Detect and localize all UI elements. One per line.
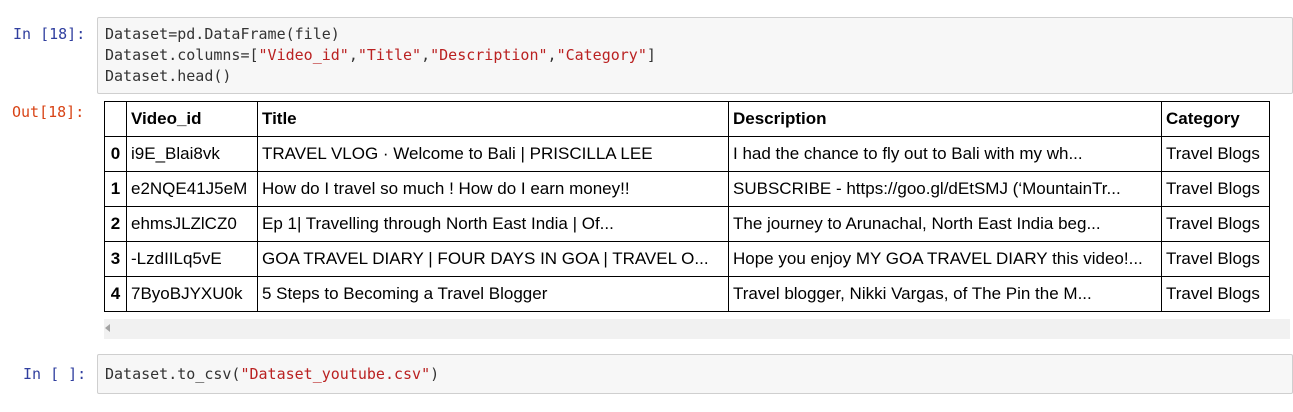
table-header-row: Video_id Title Description Category: [104, 101, 1270, 137]
row-index: 0: [104, 136, 127, 172]
cell-description: Travel blogger, Nikki Vargas, of The Pin…: [728, 276, 1162, 312]
output-area: Video_id Title Description Category 0 i9…: [97, 101, 1293, 341]
code-input-cell[interactable]: Dataset=pd.DataFrame(file) Dataset.colum…: [97, 17, 1293, 94]
table-row: 4 7ByoBJYXU0k 5 Steps to Becoming a Trav…: [104, 276, 1270, 312]
cell-video-id: ehmsJLZlCZ0: [126, 206, 258, 242]
code-line: Dataset=pd.DataFrame(file): [105, 25, 340, 43]
row-index: 3: [104, 241, 127, 277]
table-row: 1 e2NQE41J5eM How do I travel so much ! …: [104, 171, 1270, 207]
code-editor[interactable]: Dataset.to_csv("Dataset_youtube.csv"): [105, 364, 439, 385]
cell-title: How do I travel so much ! How do I earn …: [257, 171, 729, 207]
code-line: Dataset.columns=["Video_id","Title","Des…: [105, 46, 656, 64]
row-index: 4: [104, 276, 127, 312]
cell-category: Travel Blogs: [1161, 136, 1270, 172]
notebook: In [18]: Dataset=pd.DataFrame(file) Data…: [0, 0, 1293, 412]
column-header-title: Title: [257, 101, 729, 137]
cell-title: GOA TRAVEL DIARY | FOUR DAYS IN GOA | TR…: [257, 241, 729, 277]
scroll-left-arrow-icon[interactable]: [105, 324, 110, 332]
cell-title: 5 Steps to Becoming a Travel Blogger: [257, 276, 729, 312]
row-index: 2: [104, 206, 127, 242]
code-input-cell[interactable]: Dataset.to_csv("Dataset_youtube.csv"): [97, 354, 1293, 394]
table-row: 0 i9E_Blai8vk TRAVEL VLOG · Welcome to B…: [104, 136, 1270, 172]
table-row: 2 ehmsJLZlCZ0 Ep 1| Travelling through N…: [104, 206, 1270, 242]
column-header-category: Category: [1161, 101, 1270, 137]
cell-title: Ep 1| Travelling through North East Indi…: [257, 206, 729, 242]
cell-category: Travel Blogs: [1161, 171, 1270, 207]
row-index: 1: [104, 171, 127, 207]
cell-category: Travel Blogs: [1161, 241, 1270, 277]
cell-video-id: e2NQE41J5eM: [126, 171, 258, 207]
cell-title: TRAVEL VLOG · Welcome to Bali | PRISCILL…: [257, 136, 729, 172]
column-header-video-id: Video_id: [126, 101, 258, 137]
dataframe-table: Video_id Title Description Category 0 i9…: [104, 101, 1270, 312]
column-header-index: [104, 101, 127, 137]
cell-video-id: -LzdIILq5vE: [126, 241, 258, 277]
table-row: 3 -LzdIILq5vE GOA TRAVEL DIARY | FOUR DA…: [104, 241, 1270, 277]
output-prompt: Out[18]:: [12, 103, 85, 121]
code-editor[interactable]: Dataset=pd.DataFrame(file) Dataset.colum…: [105, 24, 656, 87]
cell-video-id: 7ByoBJYXU0k: [126, 276, 258, 312]
column-header-description: Description: [728, 101, 1162, 137]
input-prompt: In [18]:: [13, 25, 86, 43]
cell-category: Travel Blogs: [1161, 276, 1270, 312]
cell-description: The journey to Arunachal, North East Ind…: [728, 206, 1162, 242]
input-prompt: In [ ]:: [23, 365, 87, 383]
cell-category: Travel Blogs: [1161, 206, 1270, 242]
cell-description: Hope you enjoy MY GOA TRAVEL DIARY this …: [728, 241, 1162, 277]
cell-description: SUBSCRIBE - https://goo.gl/dEtSMJ (‘Moun…: [728, 171, 1162, 207]
horizontal-scrollbar[interactable]: [104, 319, 1290, 339]
cell-video-id: i9E_Blai8vk: [126, 136, 258, 172]
code-line: Dataset.to_csv("Dataset_youtube.csv"): [105, 365, 440, 383]
code-line: Dataset.head(): [105, 67, 232, 85]
cell-description: I had the chance to fly out to Bali with…: [728, 136, 1162, 172]
